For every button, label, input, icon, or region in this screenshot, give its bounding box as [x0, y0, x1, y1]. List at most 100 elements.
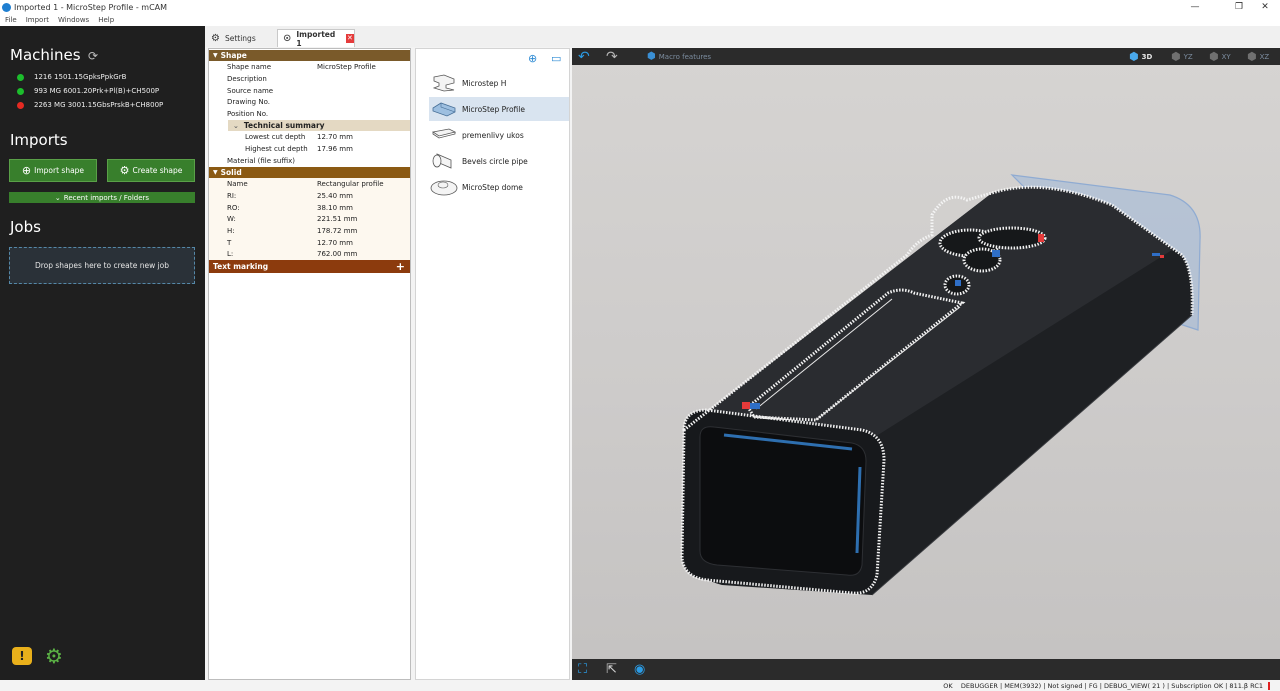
menu-bar: File Import Windows Help	[0, 14, 1280, 26]
property-row[interactable]: H: 178.72 mm	[209, 225, 410, 237]
property-row[interactable]: Lowest cut depth 12.70 mm	[209, 131, 410, 143]
cube-icon: ⬢	[1171, 50, 1181, 63]
select-cursor-icon[interactable]: ⇱	[606, 662, 617, 677]
property-label: Position No.	[227, 109, 269, 118]
solid-section-header[interactable]: ▼ Solid	[209, 167, 410, 178]
alert-indicator-icon	[1268, 681, 1270, 690]
import-arrow-icon[interactable]: ⊕	[528, 52, 537, 65]
shape-name: MicroStep Profile	[462, 104, 525, 114]
machine-item[interactable]: 2263 MG 3001.15GbsPrskB+CH800P	[17, 99, 163, 111]
menu-help[interactable]: Help	[98, 16, 114, 24]
property-label: Drawing No.	[227, 97, 270, 106]
import-arrow-icon: ⊕	[21, 164, 32, 177]
property-label: T	[227, 238, 232, 247]
menu-windows[interactable]: Windows	[58, 16, 89, 24]
machine-item[interactable]: 1216 1501.15GpksPpkGrB	[17, 71, 126, 83]
viewport-bottom-toolbar: ⛶ ⇱ ◉	[572, 659, 1280, 680]
create-shape-button[interactable]: ⚙ Create shape	[107, 159, 195, 182]
list-item[interactable]: Bevels circle pipe	[429, 149, 569, 173]
app-window: Imported 1 - MicroStep Profile - mCAM — …	[0, 0, 1280, 691]
property-row[interactable]: Position No.	[209, 108, 410, 120]
property-row[interactable]: Name Rectangular profile	[209, 178, 410, 190]
text-marking-label: Text marking	[213, 262, 269, 271]
close-tab-icon[interactable]: ✕	[345, 34, 354, 43]
property-row[interactable]: Shape name MicroStep Profile	[209, 61, 410, 73]
collapse-triangle-icon: ▼	[213, 169, 218, 176]
menu-file[interactable]: File	[5, 16, 17, 24]
view-xz-button[interactable]: ⬢ XZ	[1247, 50, 1269, 63]
view-3d-button[interactable]: ⬢ 3D	[1129, 50, 1152, 63]
property-label: Shape name	[227, 62, 271, 71]
3d-viewport[interactable]: ↶ ↷ ⬢ Macro features ⬢ 3D ⬢ YZ ⬢ XY ⬢ XZ	[572, 48, 1280, 680]
property-row[interactable]: RI: 25.40 mm	[209, 190, 410, 202]
property-label: L:	[227, 249, 234, 258]
recent-imports-label: Recent imports / Folders	[63, 193, 150, 202]
tab-imported-1[interactable]: ⊙ Imported 1 ✕	[277, 29, 355, 48]
property-row[interactable]: L: 762.00 mm	[209, 248, 410, 260]
status-dot-icon	[17, 101, 24, 109]
status-text: OK DEBUGGER | MEM(3932) | Not signed | F…	[943, 681, 1263, 690]
redo-icon[interactable]: ↷	[606, 49, 618, 65]
shapes-icon: ⚙	[119, 164, 130, 177]
cube-icon: ⬢	[1129, 50, 1139, 63]
visibility-eye-icon[interactable]: ◉	[634, 662, 645, 677]
title-bar: Imported 1 - MicroStep Profile - mCAM — …	[0, 0, 1280, 14]
minimize-button[interactable]: —	[1180, 0, 1210, 14]
property-row[interactable]: Highest cut depth 17.96 mm	[209, 143, 410, 155]
collapse-triangle-icon: ▼	[213, 52, 218, 59]
dome-thumbnail-icon	[429, 177, 459, 197]
folder-icon[interactable]: ▭	[551, 52, 561, 65]
imports-title: Imports	[10, 131, 68, 149]
job-drop-zone[interactable]: Drop shapes here to create new job	[9, 247, 195, 284]
profile-3d-model[interactable]	[572, 65, 1280, 659]
tab-settings[interactable]: ⚙ Settings	[211, 29, 277, 47]
property-row[interactable]: Material (file suffix)	[209, 155, 410, 167]
close-window-button[interactable]: ✕	[1250, 0, 1280, 14]
property-row[interactable]: W: 221.51 mm	[209, 213, 410, 225]
technical-summary-header[interactable]: ⌄ Technical summary	[228, 120, 410, 131]
property-value: 221.51 mm	[317, 214, 358, 223]
shape-name: Microstep H	[462, 78, 507, 88]
settings-gear-icon[interactable]: ⚙	[45, 644, 63, 668]
h-beam-thumbnail-icon	[429, 73, 459, 93]
left-sidebar: Machines ⟳ 1216 1501.15GpksPpkGrB 993 MG…	[0, 26, 205, 680]
refresh-icon[interactable]: ⟳	[88, 49, 98, 63]
property-row[interactable]: Drawing No.	[209, 96, 410, 108]
machine-item[interactable]: 993 MG 6001.20Prk+Pl(B)+CH500P	[17, 85, 159, 97]
bevel-plate-thumbnail-icon	[429, 125, 459, 145]
property-value: 762.00 mm	[317, 249, 358, 258]
undo-icon[interactable]: ↶	[578, 49, 590, 65]
warning-icon[interactable]: !	[12, 647, 32, 665]
shape-name: Bevels circle pipe	[462, 156, 528, 166]
property-value: 12.70 mm	[317, 132, 353, 141]
macro-features-button[interactable]: ⬢ Macro features	[647, 51, 711, 62]
tab-imported-label: Imported 1	[296, 29, 336, 48]
status-dot-icon	[17, 87, 24, 95]
view-xy-label: XY	[1221, 52, 1231, 61]
shape-section-header[interactable]: ▼ Shape	[209, 50, 410, 61]
property-value: MicroStep Profile	[317, 62, 376, 71]
property-label: H:	[227, 226, 235, 235]
list-item[interactable]: premenlivy ukos	[429, 123, 569, 147]
import-arrow-icon: ⊙	[283, 33, 292, 44]
fit-view-icon[interactable]: ⛶	[578, 662, 587, 677]
list-item[interactable]: Microstep H	[429, 71, 569, 95]
property-row[interactable]: RO: 38.10 mm	[209, 202, 410, 214]
machine-label: 1216 1501.15GpksPpkGrB	[34, 73, 127, 81]
view-3d-label: 3D	[1141, 52, 1153, 61]
import-shape-button[interactable]: ⊕ Import shape	[9, 159, 97, 182]
view-xy-button[interactable]: ⬢ XY	[1209, 50, 1231, 63]
property-label: Name	[227, 179, 248, 188]
property-row[interactable]: Description	[209, 73, 410, 85]
property-row[interactable]: T 12.70 mm	[209, 237, 410, 249]
property-row[interactable]: Source name	[209, 85, 410, 97]
macro-features-label: Macro features	[658, 52, 712, 61]
chevron-down-icon: ⌄	[54, 193, 61, 202]
view-yz-button[interactable]: ⬢ YZ	[1171, 50, 1193, 63]
recent-imports-button[interactable]: ⌄ Recent imports / Folders	[9, 192, 195, 203]
text-marking-header[interactable]: Text marking +	[209, 260, 410, 273]
list-item[interactable]: MicroStep dome	[429, 175, 569, 199]
plus-icon[interactable]: +	[396, 260, 405, 273]
menu-import[interactable]: Import	[26, 16, 49, 24]
list-item-selected[interactable]: MicroStep Profile	[429, 97, 569, 121]
